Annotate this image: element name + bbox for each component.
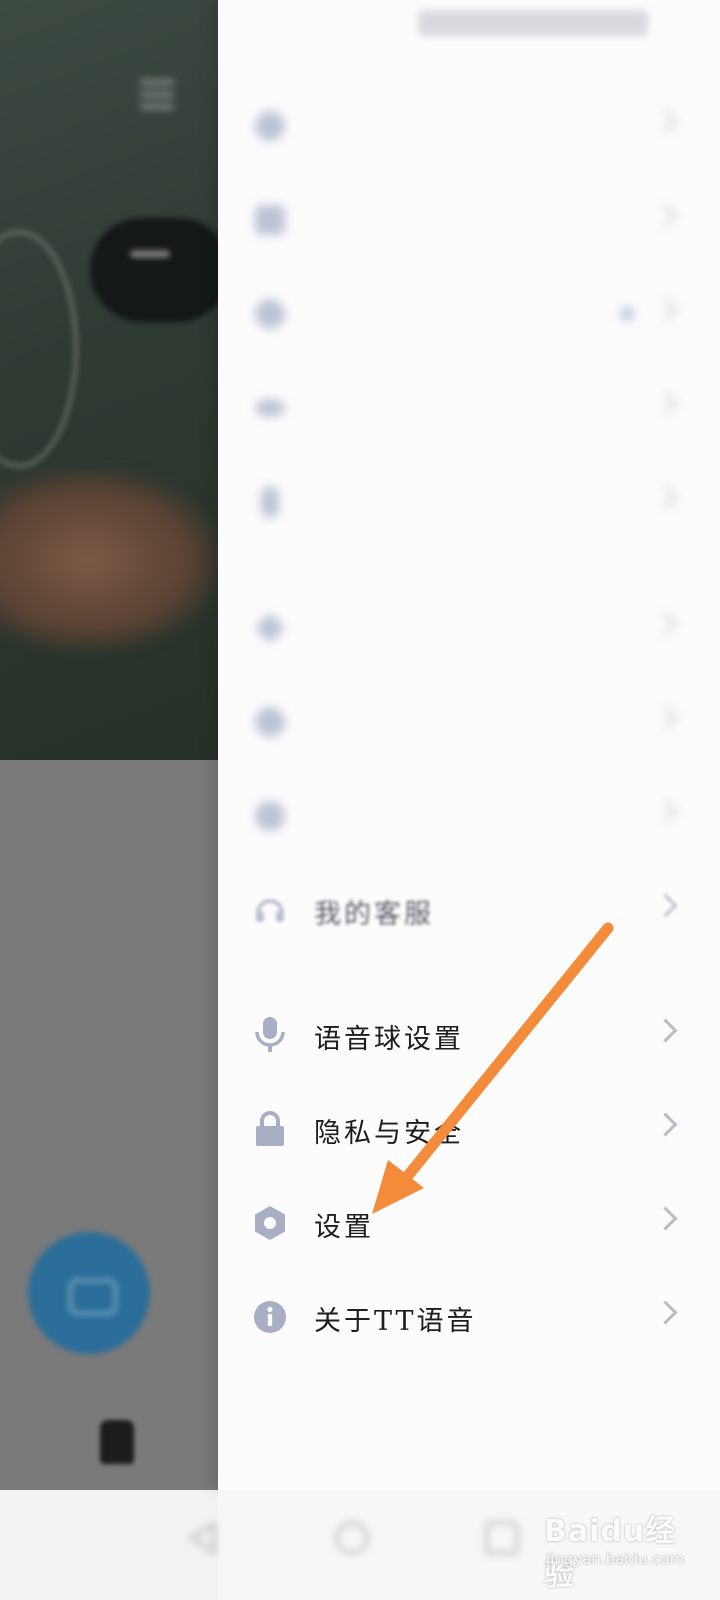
background-chip bbox=[90, 218, 218, 322]
background-decoration bbox=[0, 470, 218, 650]
menu-item-label: 隐私与安全 bbox=[314, 1118, 464, 1149]
chevron-right-icon bbox=[653, 485, 678, 510]
chevron-right-icon bbox=[653, 611, 678, 636]
menu-item-about[interactable]: 关于TT语音 bbox=[218, 1277, 720, 1357]
info-icon bbox=[252, 1299, 288, 1335]
menu-icon bbox=[140, 80, 174, 114]
chevron-right-icon bbox=[653, 705, 678, 730]
menu-item-blurred[interactable] bbox=[218, 180, 720, 260]
baidu-watermark: Baidu经验 jingyan.baidu.com bbox=[540, 1494, 700, 1593]
menu-item-icon bbox=[252, 484, 288, 520]
background-photo bbox=[0, 0, 218, 760]
chevron-right-icon bbox=[653, 391, 678, 416]
chevron-right-icon bbox=[653, 1300, 678, 1325]
drawer-header-text bbox=[418, 10, 648, 36]
chevron-right-icon bbox=[653, 893, 678, 918]
headset-icon bbox=[252, 892, 288, 928]
menu-item-blurred[interactable] bbox=[218, 274, 720, 354]
menu-item-blurred[interactable] bbox=[218, 86, 720, 166]
home-icon[interactable] bbox=[332, 1518, 372, 1558]
menu-item-icon bbox=[252, 704, 288, 740]
menu-item-label: 关于TT语音 bbox=[314, 1306, 477, 1337]
menu-item-icon bbox=[252, 108, 288, 144]
menu-item-icon bbox=[252, 296, 288, 332]
chevron-right-icon bbox=[653, 1206, 678, 1231]
chevron-right-icon bbox=[653, 799, 678, 824]
menu-item-blurred[interactable] bbox=[218, 776, 720, 856]
recents-icon[interactable] bbox=[482, 1518, 522, 1558]
menu-item-blurred[interactable] bbox=[218, 462, 720, 542]
menu-item-blurred[interactable] bbox=[218, 682, 720, 762]
lock-icon bbox=[252, 1111, 288, 1147]
menu-item-blurred[interactable] bbox=[218, 368, 720, 448]
menu-item-voice-ball-settings[interactable]: 语音球设置 bbox=[218, 995, 720, 1075]
menu-item-label: 我的客服 bbox=[314, 899, 434, 930]
menu-item-icon bbox=[252, 390, 288, 426]
menu-item-label: 语音球设置 bbox=[314, 1024, 464, 1055]
badge-dot bbox=[620, 307, 634, 321]
watermark-url: jingyan.baidu.com bbox=[546, 1550, 685, 1568]
background-decoration bbox=[0, 230, 78, 468]
menu-item-customer-service[interactable]: 我的客服 bbox=[218, 870, 720, 950]
menu-item-label: 设置 bbox=[314, 1212, 374, 1243]
side-drawer: 我的客服 语音球设置 隐私与安全 设置 关于TT语音 bbox=[218, 0, 720, 1490]
background-scrim[interactable] bbox=[0, 760, 218, 1490]
menu-item-blurred[interactable] bbox=[218, 588, 720, 668]
chevron-right-icon bbox=[653, 1112, 678, 1137]
gear-hexagon-icon bbox=[252, 1205, 288, 1241]
chevron-right-icon bbox=[653, 109, 678, 134]
menu-item-settings[interactable]: 设置 bbox=[218, 1183, 720, 1263]
back-icon[interactable] bbox=[184, 1518, 224, 1558]
menu-item-icon bbox=[252, 798, 288, 834]
menu-item-icon bbox=[252, 610, 288, 646]
chat-fab-button bbox=[28, 1232, 150, 1354]
menu-item-icon bbox=[252, 202, 288, 238]
background-app bbox=[0, 0, 218, 1600]
menu-item-privacy-security[interactable]: 隐私与安全 bbox=[218, 1089, 720, 1169]
microphone-icon bbox=[252, 1017, 288, 1053]
chevron-right-icon bbox=[653, 297, 678, 322]
background-bottom-icon bbox=[100, 1420, 134, 1464]
chevron-right-icon bbox=[653, 203, 678, 228]
chevron-right-icon bbox=[653, 1018, 678, 1043]
